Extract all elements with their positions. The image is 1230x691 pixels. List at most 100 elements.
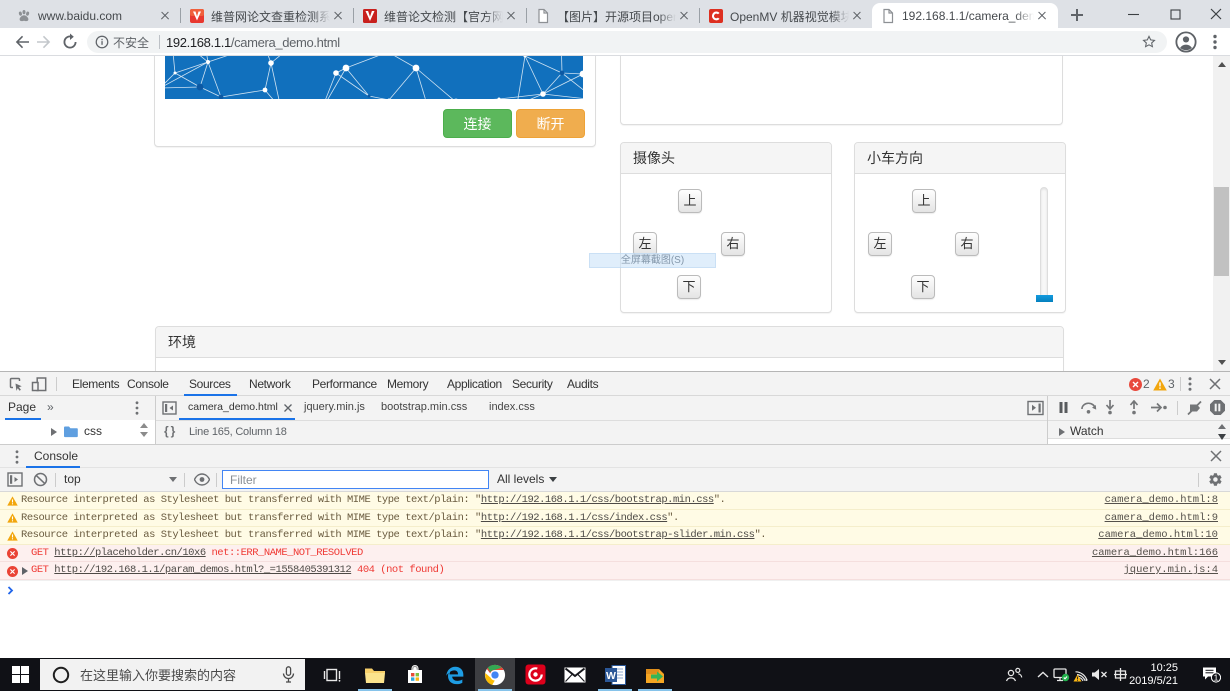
clear-console-icon[interactable] (33, 472, 48, 487)
url-text[interactable]: 192.168.1.1/camera_demo.html (166, 35, 340, 50)
taskbar-store[interactable] (395, 658, 435, 691)
console-url-link[interactable]: http://192.168.1.1/css/index.css (481, 512, 668, 524)
tab-close-icon[interactable] (157, 8, 173, 24)
camera-down-button[interactable]: 下 (677, 275, 701, 299)
taskbar-search-box[interactable]: 在这里输入你要搜索的内容 (40, 659, 305, 690)
pause-on-exceptions-icon[interactable] (1209, 399, 1226, 416)
tab-close-icon[interactable] (1034, 8, 1050, 24)
security-label[interactable]: 不安全 (113, 34, 149, 51)
console-source-link[interactable]: camera_demo.html:10 (1098, 527, 1218, 544)
speed-slider-handle[interactable] (1036, 295, 1053, 302)
step-into-icon[interactable] (1104, 400, 1116, 415)
spinner-up-icon[interactable] (140, 423, 148, 428)
console-error-row[interactable]: GET http://placeholder.cn/10x6 net::ERR_… (0, 544, 1230, 562)
devtools-tab-sources[interactable]: Sources (189, 372, 231, 396)
sidebar-scroll-down-icon[interactable] (1218, 434, 1226, 440)
browser-tab-vip-check[interactable]: 维普网论文查重检测系统入口 (181, 4, 354, 28)
console-url-link[interactable]: http://192.168.1.1/css/bootstrap-slider.… (481, 529, 755, 541)
console-source-link[interactable]: jquery.min.js:4 (1123, 562, 1218, 579)
watch-expand-arrow-icon[interactable] (1059, 428, 1065, 436)
devtools-tab-console[interactable]: Console (127, 372, 169, 396)
step-over-icon[interactable] (1080, 401, 1097, 414)
tree-item-css-folder[interactable]: css (84, 424, 102, 438)
file-tab-index-css[interactable]: index.css (489, 401, 535, 413)
microphone-icon[interactable] (282, 666, 295, 683)
taskbar-edge[interactable] (435, 658, 475, 691)
debugger-panel-toggle-icon[interactable] (1027, 400, 1044, 416)
context-selector[interactable]: top (64, 472, 81, 486)
devtools-tab-audits[interactable]: Audits (567, 372, 599, 396)
drawer-menu-icon[interactable] (8, 448, 26, 466)
profile-avatar[interactable] (1175, 31, 1199, 55)
devtools-tab-network[interactable]: Network (249, 372, 291, 396)
pause-script-icon[interactable] (1057, 401, 1070, 414)
devtools-tab-performance[interactable]: Performance (312, 372, 377, 396)
scrollbar-thumb[interactable] (1214, 187, 1229, 276)
browser-tab-csdn-openmv[interactable]: OpenMV 机器视觉模块 简介 (700, 4, 873, 28)
browser-menu-button[interactable] (1203, 30, 1227, 54)
console-warning-row[interactable]: Resource interpreted as Stylesheet but t… (0, 509, 1230, 527)
car-down-button[interactable]: 下 (911, 275, 935, 299)
console-drawer-tab[interactable]: Console (34, 449, 78, 463)
taskbar-mail[interactable] (555, 658, 595, 691)
browser-tab-camera-demo-active[interactable]: 192.168.1.1/camera_demo (872, 3, 1058, 28)
disconnect-button[interactable]: 断开 (516, 109, 585, 138)
back-button[interactable] (10, 30, 34, 54)
devtools-menu-icon[interactable] (1184, 375, 1196, 393)
console-settings-gear-icon[interactable] (1208, 472, 1223, 487)
forward-button[interactable] (32, 30, 56, 54)
tree-expand-arrow-icon[interactable] (51, 428, 57, 436)
taskbar-chrome-active[interactable] (475, 658, 515, 691)
notification-center-button[interactable]: 1 (1192, 658, 1230, 691)
navigator-tab-page[interactable]: Page (8, 400, 36, 414)
file-tab-jquery[interactable]: jquery.min.js (304, 401, 365, 413)
console-error-row[interactable]: GET http://192.168.1.1/param_demos.html?… (0, 562, 1230, 580)
taskbar-netease-music[interactable] (515, 658, 555, 691)
taskbar-word[interactable]: W (595, 658, 635, 691)
console-filter-input[interactable]: Filter (222, 470, 489, 489)
car-left-button[interactable]: 左 (868, 232, 892, 256)
car-up-button[interactable]: 上 (912, 189, 936, 213)
navigator-more-tabs[interactable]: » (47, 400, 54, 414)
console-url-link[interactable]: http://192.168.1.1/css/bootstrap.min.css (481, 494, 714, 506)
file-tab-close-icon[interactable] (283, 403, 293, 413)
console-url-link[interactable]: http://placeholder.cn/10x6 (54, 547, 206, 559)
taskbar-picture-viewer[interactable] (635, 658, 675, 691)
expand-message-arrow-icon[interactable] (22, 567, 28, 575)
browser-tab-vip-official[interactable]: 维普论文检测【官方网站】- (354, 4, 527, 28)
levels-dropdown-arrow-icon[interactable] (549, 477, 557, 482)
console-warning-row[interactable]: Resource interpreted as Stylesheet but t… (0, 492, 1230, 510)
device-toolbar-button[interactable] (29, 374, 49, 394)
connect-button[interactable]: 连接 (443, 109, 512, 138)
console-warning-row[interactable]: Resource interpreted as Stylesheet but t… (0, 527, 1230, 545)
browser-tab-openmv-images[interactable]: 【图片】开源项目openmv 【 (527, 4, 700, 28)
pretty-print-icon[interactable]: {} (164, 424, 177, 438)
start-button[interactable] (0, 658, 40, 691)
context-dropdown-arrow-icon[interactable] (169, 477, 177, 482)
camera-up-button[interactable]: 上 (678, 189, 702, 213)
page-scrollbar[interactable] (1213, 56, 1230, 371)
spinner-down-icon[interactable] (140, 432, 148, 437)
scrollbar-up-arrow-icon[interactable] (1217, 62, 1226, 67)
reload-button[interactable] (58, 30, 82, 54)
scrollbar-down-arrow-icon[interactable] (1217, 360, 1226, 365)
watch-label[interactable]: Watch (1070, 424, 1104, 438)
tab-close-icon[interactable] (503, 8, 519, 24)
devtools-tab-security[interactable]: Security (512, 372, 553, 396)
tray-people[interactable] (997, 658, 1031, 691)
log-levels-dropdown[interactable]: All levels (497, 472, 544, 486)
inspect-element-button[interactable] (6, 374, 26, 394)
navigator-toggle-icon[interactable] (162, 401, 177, 415)
console-source-link[interactable]: camera_demo.html:8 (1105, 492, 1218, 509)
drawer-close-icon[interactable] (1209, 449, 1223, 463)
window-maximize-button[interactable] (1154, 0, 1196, 28)
live-expression-eye-icon[interactable] (194, 473, 210, 486)
console-prompt[interactable] (0, 579, 1230, 598)
console-source-link[interactable]: camera_demo.html:166 (1092, 545, 1218, 562)
devtools-tab-elements[interactable]: Elements (72, 372, 120, 396)
new-tab-button[interactable] (1064, 2, 1090, 28)
taskbar-clock[interactable]: 10:25 2019/5/21 (1129, 658, 1178, 691)
bookmark-star-icon[interactable] (1141, 34, 1157, 50)
devtools-tab-memory[interactable]: Memory (387, 372, 429, 396)
console-sidebar-icon[interactable] (7, 472, 23, 487)
